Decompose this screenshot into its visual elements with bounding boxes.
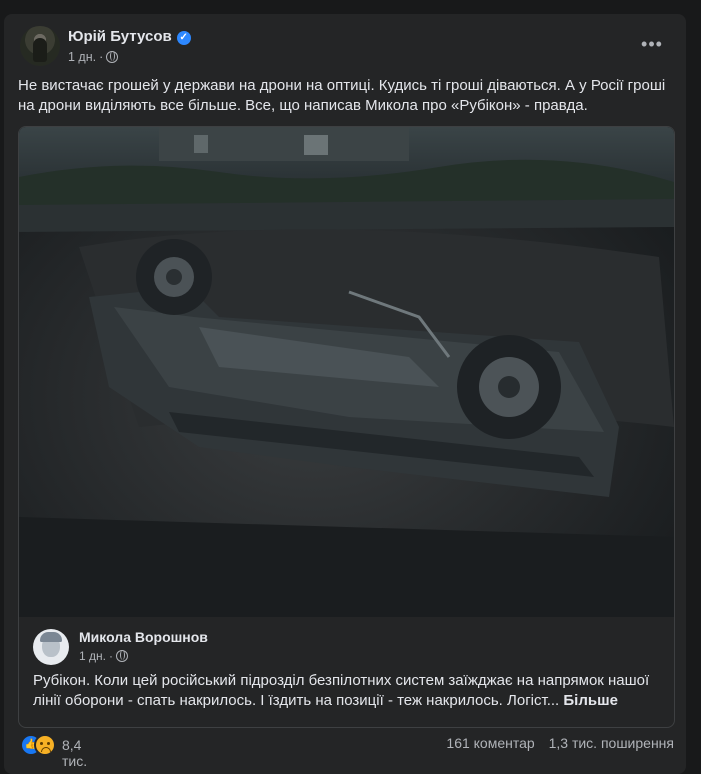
shared-author-name[interactable]: Микола Ворошнов bbox=[79, 629, 208, 645]
author-name-row: Юрій Бутусов ✓ bbox=[68, 28, 191, 45]
globe-icon bbox=[106, 51, 119, 63]
post-text: Не вистачає грошей у держави на дрони на… bbox=[18, 77, 666, 114]
post-stats: 161 коментар 1,3 тис. поширення bbox=[436, 735, 674, 751]
verified-icon: ✓ bbox=[176, 31, 191, 45]
meta-dot: · bbox=[99, 50, 104, 64]
post-header: Юрій Бутусов ✓ 1 дн. · ••• bbox=[20, 26, 670, 70]
post-card: Юрій Бутусов ✓ 1 дн. · ••• Не вистачає гро… bbox=[4, 14, 686, 774]
post-footer: 👍 8,4 тис. 161 коментар 1,3 тис. поширен… bbox=[20, 732, 674, 769]
sad-reaction-icon bbox=[34, 734, 56, 756]
author-name[interactable]: Юрій Бутусов bbox=[68, 28, 172, 45]
comments-count[interactable]: 161 коментар bbox=[446, 735, 534, 751]
post-meta: 1 дн. · bbox=[68, 50, 119, 64]
more-icon[interactable]: ••• bbox=[638, 34, 666, 54]
shared-post-body: Рубікон. Коли цей російський підрозділ б… bbox=[33, 672, 650, 709]
post-time[interactable]: 1 дн. bbox=[68, 50, 96, 64]
shared-post-time[interactable]: 1 дн. bbox=[79, 649, 106, 663]
shared-post-text: Рубікон. Коли цей російський підрозділ б… bbox=[33, 671, 663, 711]
globe-icon bbox=[115, 650, 128, 662]
post-photo[interactable] bbox=[19, 127, 674, 617]
shared-post[interactable]: Микола Ворошнов 1 дн. · Рубікон. Коли цей… bbox=[18, 126, 675, 728]
author-avatar[interactable] bbox=[20, 26, 60, 66]
meta-dot: · bbox=[108, 649, 113, 663]
shares-count[interactable]: 1,3 тис. поширення bbox=[549, 735, 674, 751]
reactions-count[interactable]: 8,4 тис. bbox=[62, 737, 87, 769]
shared-author-avatar[interactable] bbox=[33, 629, 69, 665]
see-more-link[interactable]: Більше bbox=[563, 692, 618, 709]
shared-post-meta: 1 дн. · bbox=[79, 649, 128, 663]
